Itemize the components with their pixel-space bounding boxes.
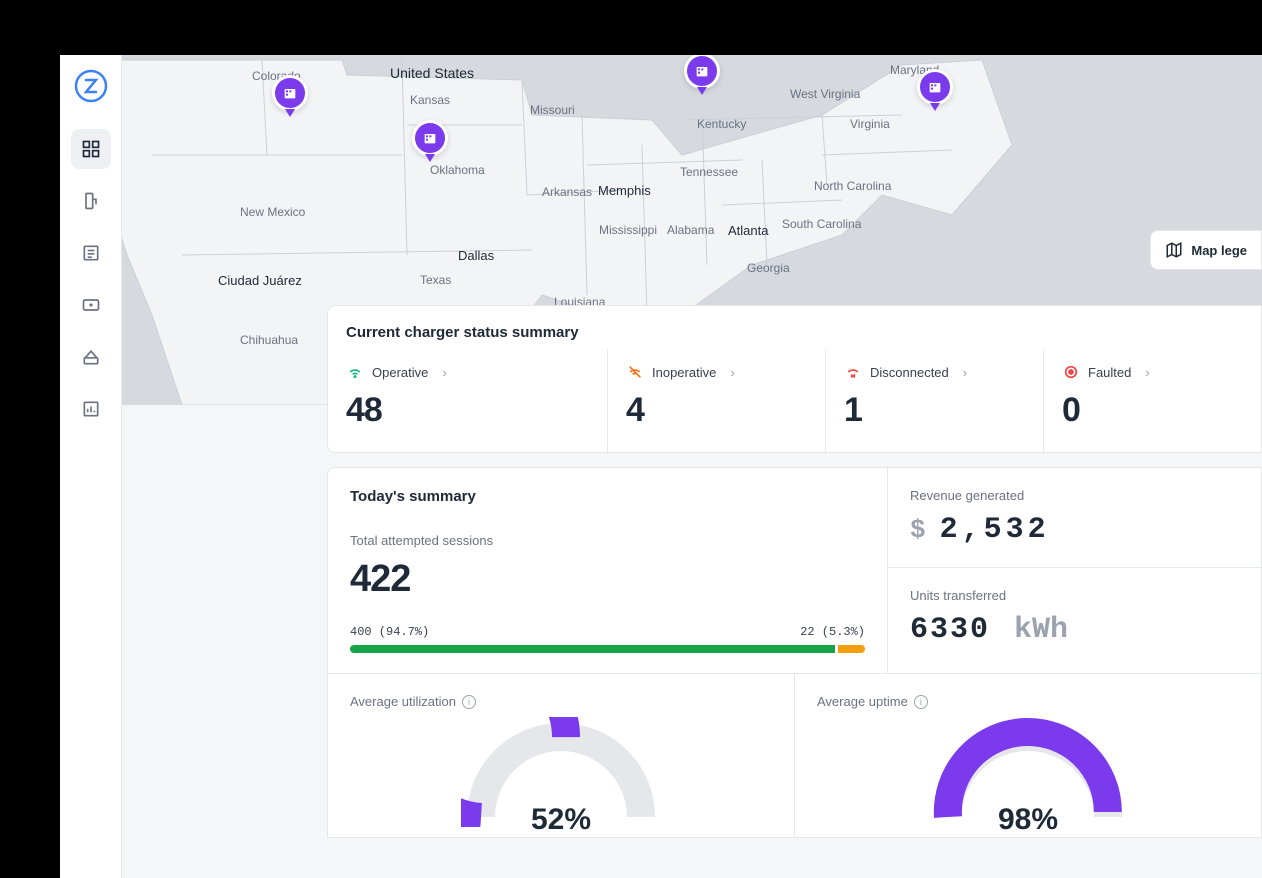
status-disconnected-count: 1 bbox=[844, 391, 1025, 430]
revenue-currency: $ bbox=[910, 515, 926, 545]
uptime-label: Average uptime bbox=[817, 694, 908, 709]
utilization-block: Average utilization i 52% bbox=[328, 674, 795, 837]
info-icon[interactable]: i bbox=[914, 695, 928, 709]
wifi-icon bbox=[346, 363, 364, 381]
chevron-right-icon: › bbox=[730, 365, 734, 380]
utilization-value: 52% bbox=[531, 803, 591, 837]
map-legend-button[interactable]: Map lege bbox=[1150, 230, 1262, 270]
status-inoperative: Inoperative › 4 bbox=[608, 349, 826, 452]
today-title: Today's summary bbox=[350, 488, 865, 505]
status-operative: Operative › 48 bbox=[328, 349, 608, 452]
summary-card: Today's summary Total attempted sessions… bbox=[327, 467, 1262, 838]
map-label: Virginia bbox=[850, 117, 890, 131]
app-logo[interactable] bbox=[72, 67, 110, 105]
sessions-count: 422 bbox=[350, 558, 865, 601]
status-operative-link[interactable]: Operative › bbox=[346, 363, 589, 381]
chevron-right-icon: › bbox=[1145, 365, 1149, 380]
status-disconnected: Disconnected › 1 bbox=[826, 349, 1044, 452]
revenue-amount: 2,532 bbox=[940, 513, 1050, 547]
sessions-label: Total attempted sessions bbox=[350, 533, 865, 548]
map-label: United States bbox=[390, 65, 474, 81]
status-faulted: Faulted › 0 bbox=[1044, 349, 1261, 452]
map-label: Chihuahua bbox=[240, 333, 298, 347]
nav-reports[interactable] bbox=[71, 389, 111, 429]
sessions-progress-bar bbox=[350, 645, 865, 653]
map-label: South Carolina bbox=[782, 217, 861, 231]
utilization-label: Average utilization bbox=[350, 694, 456, 709]
map-label: North Carolina bbox=[814, 179, 891, 193]
map-label: Arkansas bbox=[542, 185, 592, 199]
sessions-success-text: 400 (94.7%) bbox=[350, 625, 429, 639]
charger-status-card: Current charger status summary Operative… bbox=[327, 305, 1262, 453]
status-inoperative-link[interactable]: Inoperative › bbox=[626, 363, 807, 381]
summary-right: Revenue generated $ 2,532 Units transfer… bbox=[888, 468, 1261, 673]
map-pin[interactable] bbox=[917, 69, 953, 113]
dashboard-panel: Current charger status summary Operative… bbox=[327, 305, 1262, 878]
wifi-off-icon bbox=[626, 363, 644, 381]
map-icon bbox=[1165, 241, 1183, 259]
nav-sessions[interactable] bbox=[71, 233, 111, 273]
map-label: West Virginia bbox=[790, 87, 860, 101]
status-title: Current charger status summary bbox=[328, 306, 1261, 349]
map-label: Oklahoma bbox=[430, 163, 485, 177]
map-label: Kansas bbox=[410, 93, 450, 107]
status-inoperative-count: 4 bbox=[626, 391, 807, 430]
sidebar bbox=[60, 55, 122, 878]
map-label: Ciudad Juárez bbox=[218, 273, 302, 288]
map-pin[interactable] bbox=[272, 75, 308, 119]
map-label: Texas bbox=[420, 273, 451, 287]
units-value: 6330 bbox=[910, 613, 990, 647]
map-pin[interactable] bbox=[684, 55, 720, 97]
nav-billing[interactable] bbox=[71, 285, 111, 325]
units-unit: kWh bbox=[1014, 613, 1068, 647]
map-label: Mississippi bbox=[599, 223, 657, 237]
nav-alerts[interactable] bbox=[71, 337, 111, 377]
status-disconnected-link[interactable]: Disconnected › bbox=[844, 363, 1025, 381]
revenue-label: Revenue generated bbox=[910, 488, 1239, 503]
chevron-right-icon: › bbox=[963, 365, 967, 380]
disconnected-icon bbox=[844, 363, 862, 381]
today-summary: Today's summary Total attempted sessions… bbox=[328, 468, 888, 673]
nav-chargers[interactable] bbox=[71, 181, 111, 221]
status-operative-count: 48 bbox=[346, 391, 589, 430]
chevron-right-icon: › bbox=[442, 365, 446, 380]
status-faulted-link[interactable]: Faulted › bbox=[1062, 363, 1243, 381]
revenue-block: Revenue generated $ 2,532 bbox=[888, 468, 1261, 568]
map-label: Dallas bbox=[458, 248, 494, 263]
map-pin[interactable] bbox=[412, 120, 448, 164]
map-label: Tennessee bbox=[680, 165, 738, 179]
fault-icon bbox=[1062, 363, 1080, 381]
sessions-fail-text: 22 (5.3%) bbox=[800, 625, 865, 639]
map-label: Kentucky bbox=[697, 117, 746, 131]
map-label: Georgia bbox=[747, 261, 790, 275]
nav-dashboard[interactable] bbox=[71, 129, 111, 169]
info-icon[interactable]: i bbox=[462, 695, 476, 709]
map-label: Alabama bbox=[667, 223, 714, 237]
map-label: Missouri bbox=[530, 103, 575, 117]
map-legend-label: Map lege bbox=[1191, 243, 1247, 258]
uptime-value: 98% bbox=[998, 803, 1058, 837]
main-content: United States Colorado Kansas Missouri N… bbox=[122, 55, 1262, 878]
uptime-block: Average uptime i 98% bbox=[795, 674, 1261, 837]
units-block: Units transferred 6330 kWh bbox=[888, 568, 1261, 667]
map-label: Atlanta bbox=[728, 223, 768, 238]
map-label: New Mexico bbox=[240, 205, 305, 219]
map-label: Memphis bbox=[598, 183, 651, 198]
units-label: Units transferred bbox=[910, 588, 1239, 603]
status-faulted-count: 0 bbox=[1062, 391, 1243, 430]
